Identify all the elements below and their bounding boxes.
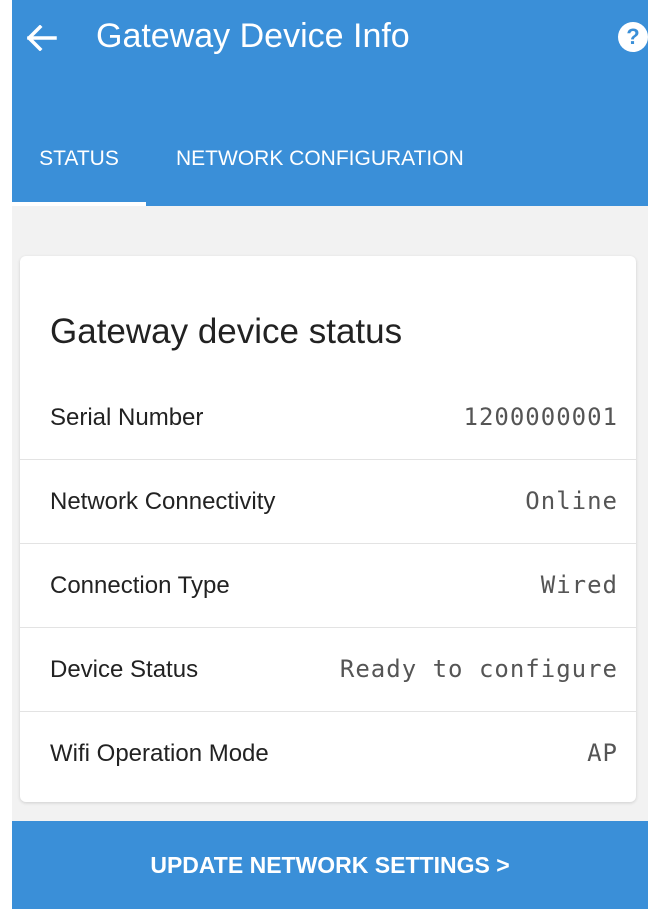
screen: Gateway Device Info ? STATUS NETWORK CON… [0, 0, 648, 913]
row-value: Wired [540, 571, 618, 599]
help-icon[interactable]: ? [618, 22, 648, 52]
row-label: Network Connectivity [50, 488, 276, 515]
list-item-device-status: Device Status Ready to configure [20, 628, 636, 712]
row-label: Wifi Operation Mode [50, 740, 269, 767]
row-label: Device Status [50, 656, 199, 683]
app-bar: Gateway Device Info ? STATUS NETWORK CON… [12, 0, 648, 206]
row-value: Online [525, 487, 618, 515]
status-list: Serial Number 1200000001 Network Connect… [20, 376, 636, 795]
row-value: 1200000001 [463, 403, 618, 431]
tab-bar: STATUS NETWORK CONFIGURATION [12, 130, 648, 206]
list-item-wifi-operation-mode: Wifi Operation Mode AP [20, 712, 636, 795]
tab-status[interactable]: STATUS [12, 130, 146, 206]
list-item-network-connectivity: Network Connectivity Online [20, 460, 636, 544]
status-card: Gateway device status Serial Number 1200… [20, 256, 636, 802]
update-network-settings-button[interactable]: UPDATE NETWORK SETTINGS > [12, 821, 648, 909]
card-title: Gateway device status [50, 312, 403, 351]
page-title: Gateway Device Info [96, 17, 410, 55]
row-label: Serial Number [50, 404, 204, 431]
row-value: Ready to configure [339, 655, 618, 683]
list-item-serial-number: Serial Number 1200000001 [20, 376, 636, 460]
arrow-left-icon [27, 25, 57, 51]
content-area: Gateway device status Serial Number 1200… [12, 206, 648, 826]
back-button[interactable] [22, 18, 62, 58]
tab-network-configuration[interactable]: NETWORK CONFIGURATION [176, 130, 464, 206]
row-label: Connection Type [50, 572, 230, 599]
list-item-connection-type: Connection Type Wired [20, 544, 636, 628]
row-value: AP [587, 739, 618, 767]
